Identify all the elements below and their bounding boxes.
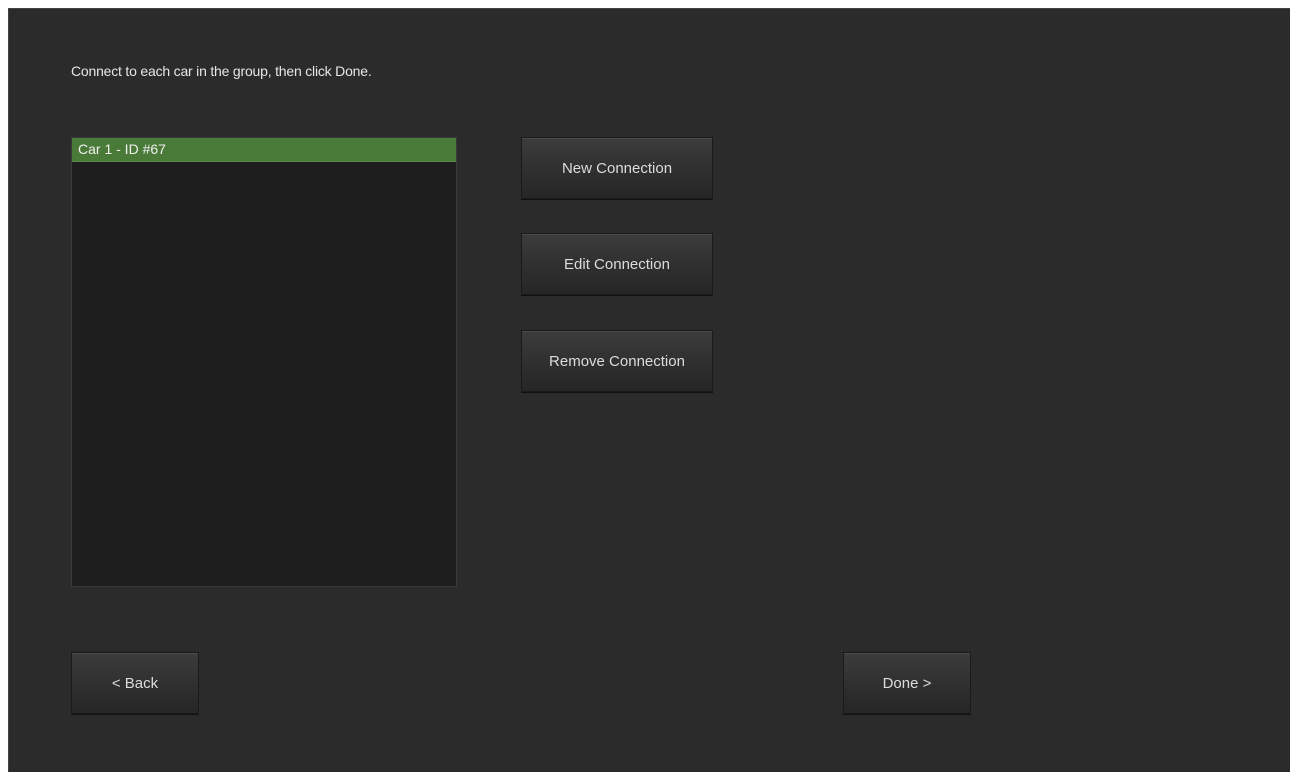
list-item[interactable]: Car 1 - ID #67 [72, 138, 456, 162]
instruction-text: Connect to each car in the group, then c… [71, 63, 372, 79]
remove-connection-button[interactable]: Remove Connection [521, 330, 713, 392]
edit-connection-button[interactable]: Edit Connection [521, 233, 713, 295]
connection-wizard-window: Connect to each car in the group, then c… [8, 8, 1290, 772]
done-button[interactable]: Done > [843, 652, 971, 714]
new-connection-button[interactable]: New Connection [521, 137, 713, 199]
back-button[interactable]: < Back [71, 652, 199, 714]
connection-list[interactable]: Car 1 - ID #67 [71, 137, 457, 587]
